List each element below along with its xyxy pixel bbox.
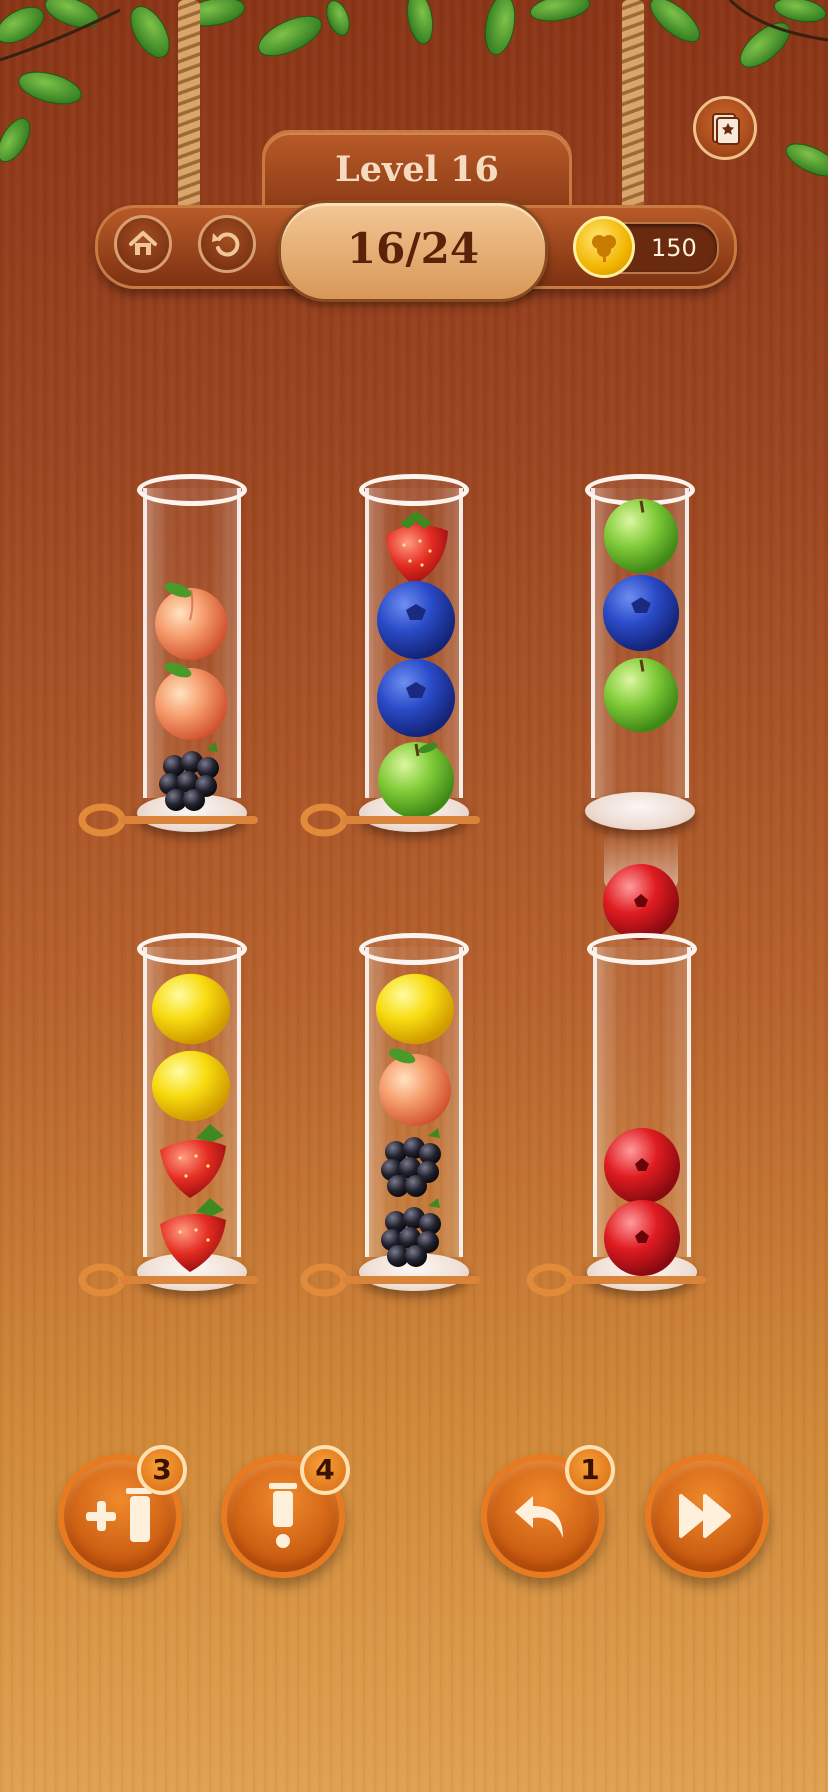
peach-fruit bbox=[155, 582, 227, 660]
collection-button[interactable] bbox=[693, 96, 757, 160]
skip-level-button[interactable] bbox=[645, 1454, 769, 1578]
fast-forward-icon bbox=[679, 1494, 731, 1538]
add-tube-count-badge: 3 bbox=[137, 1445, 187, 1495]
add-tube-icon bbox=[86, 1488, 152, 1542]
undo-arrow-icon bbox=[515, 1496, 563, 1538]
tube-rim bbox=[359, 474, 469, 506]
tube-remove-icon bbox=[269, 1483, 297, 1548]
tube-rim bbox=[137, 474, 247, 506]
level-progress: 16/24 bbox=[278, 200, 548, 302]
tube-pin bbox=[300, 1263, 480, 1297]
rope-right bbox=[622, 0, 644, 210]
remove-count-badge: 4 bbox=[300, 1445, 350, 1495]
lemon-fruit bbox=[151, 1050, 231, 1122]
peach-fruit bbox=[155, 662, 227, 740]
lemon-fruit bbox=[375, 973, 455, 1045]
peach-fruit bbox=[379, 1048, 451, 1126]
tube-rim bbox=[359, 933, 469, 965]
strawberry-fruit bbox=[160, 1124, 226, 1198]
cranberry-fruit bbox=[604, 1128, 680, 1204]
home-button[interactable] bbox=[114, 215, 172, 273]
tube-pin bbox=[300, 803, 480, 837]
tube-rim bbox=[137, 933, 247, 965]
undo-count-badge: 1 bbox=[565, 1445, 615, 1495]
blueberry-fruit bbox=[602, 574, 680, 652]
home-icon bbox=[129, 231, 157, 255]
lemon-fruit bbox=[151, 973, 231, 1045]
tube-base bbox=[585, 792, 695, 830]
level-title: Level 16 bbox=[335, 149, 499, 190]
coin-count: 150 bbox=[651, 234, 697, 262]
blueberry-fruit bbox=[377, 659, 455, 737]
restart-button[interactable] bbox=[198, 215, 256, 273]
clover-coin-icon bbox=[573, 216, 635, 278]
tube-pin bbox=[78, 803, 258, 837]
moving-cranberry-fruit bbox=[603, 864, 679, 940]
rope-left bbox=[178, 0, 200, 210]
tube-pin bbox=[526, 1263, 706, 1297]
restart-icon bbox=[212, 232, 240, 257]
tube-pin bbox=[78, 1263, 258, 1297]
green-apple-fruit bbox=[603, 498, 679, 574]
green-apple-fruit bbox=[603, 657, 679, 733]
strawberry-fruit bbox=[386, 511, 448, 585]
collection-book-icon bbox=[712, 113, 740, 145]
tube-rim bbox=[587, 933, 697, 965]
blueberry-fruit bbox=[377, 581, 455, 659]
